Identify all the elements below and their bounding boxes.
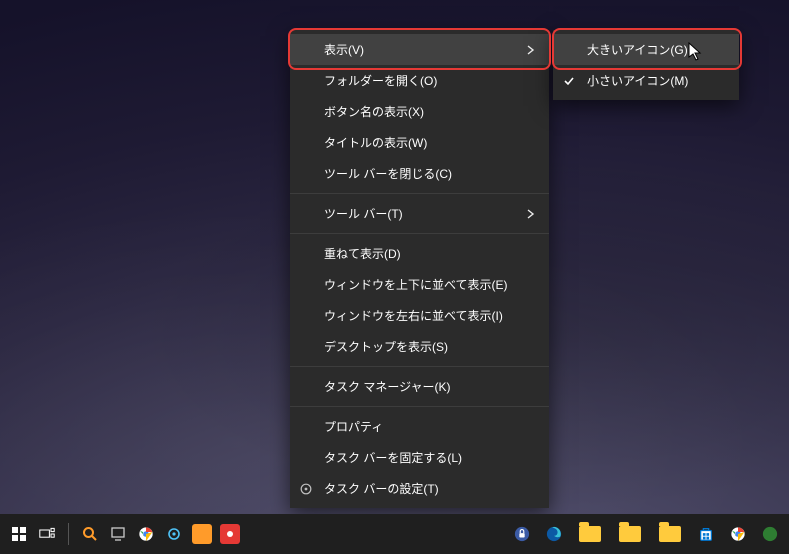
menu-item-lock-taskbar[interactable]: タスク バーを固定する(L) bbox=[290, 442, 549, 473]
menu-item-label: プロパティ bbox=[324, 418, 383, 435]
taskbar-left-group bbox=[6, 514, 243, 554]
taskbar-app-notes[interactable] bbox=[189, 514, 215, 554]
taskbar-app-store[interactable] bbox=[693, 514, 719, 554]
menu-item-label: フォルダーを開く(O) bbox=[324, 72, 437, 89]
menu-item-label: タスク バーを固定する(L) bbox=[324, 449, 462, 466]
menu-separator bbox=[290, 233, 549, 234]
menu-item-task-manager[interactable]: タスク マネージャー(K) bbox=[290, 371, 549, 402]
menu-item-label: 重ねて表示(D) bbox=[324, 245, 401, 262]
menu-item-label: タイトルの表示(W) bbox=[324, 134, 427, 151]
menu-item-label: タスク マネージャー(K) bbox=[324, 378, 451, 395]
submenu-item-label: 大きいアイコン(G) bbox=[587, 41, 688, 58]
taskbar[interactable] bbox=[0, 514, 789, 554]
menu-item-label: ウィンドウを上下に並べて表示(E) bbox=[324, 276, 508, 293]
taskbar-app-folder-3[interactable] bbox=[653, 514, 687, 554]
submenu-item-label: 小さいアイコン(M) bbox=[587, 72, 688, 89]
menu-item-label: デスクトップを表示(S) bbox=[324, 338, 448, 355]
menu-item-open-folder[interactable]: フォルダーを開く(O) bbox=[290, 65, 549, 96]
menu-item-show-title[interactable]: タイトルの表示(W) bbox=[290, 127, 549, 158]
start-button[interactable] bbox=[6, 514, 32, 554]
taskbar-context-menu: 表示(V) フォルダーを開く(O) ボタン名の表示(X) タイトルの表示(W) … bbox=[290, 30, 549, 508]
menu-separator bbox=[290, 193, 549, 194]
menu-item-properties[interactable]: プロパティ bbox=[290, 411, 549, 442]
view-submenu: 大きいアイコン(G) 小さいアイコン(M) bbox=[553, 30, 739, 100]
menu-item-label: ツール バーを閉じる(C) bbox=[324, 165, 452, 182]
taskbar-app-chrome-2[interactable] bbox=[725, 514, 751, 554]
taskbar-app-settings[interactable] bbox=[161, 514, 187, 554]
menu-item-stack-horizontal[interactable]: ウィンドウを左右に並べて表示(I) bbox=[290, 300, 549, 331]
menu-item-label: ツール バー(T) bbox=[324, 205, 403, 222]
menu-item-view[interactable]: 表示(V) bbox=[290, 34, 549, 65]
taskbar-separator bbox=[68, 523, 69, 545]
submenu-item-small-icons[interactable]: 小さいアイコン(M) bbox=[553, 65, 739, 96]
taskbar-app-monitor[interactable] bbox=[105, 514, 131, 554]
menu-item-label: タスク バーの設定(T) bbox=[324, 480, 439, 497]
menu-item-label: ボタン名の表示(X) bbox=[324, 103, 424, 120]
menu-item-cascade[interactable]: 重ねて表示(D) bbox=[290, 238, 549, 269]
taskbar-app-search[interactable] bbox=[77, 514, 103, 554]
menu-item-taskbar-settings[interactable]: タスク バーの設定(T) bbox=[290, 473, 549, 504]
check-icon bbox=[563, 75, 575, 87]
menu-item-stack-vertical[interactable]: ウィンドウを上下に並べて表示(E) bbox=[290, 269, 549, 300]
menu-item-label: ウィンドウを左右に並べて表示(I) bbox=[324, 307, 503, 324]
taskbar-app-folder-1[interactable] bbox=[573, 514, 607, 554]
taskbar-app-generic[interactable] bbox=[757, 514, 783, 554]
gear-icon bbox=[298, 481, 314, 497]
taskbar-app-edge[interactable] bbox=[541, 514, 567, 554]
taskbar-app-record[interactable] bbox=[217, 514, 243, 554]
menu-separator bbox=[290, 406, 549, 407]
task-view-button[interactable] bbox=[34, 514, 60, 554]
menu-item-show-button-name[interactable]: ボタン名の表示(X) bbox=[290, 96, 549, 127]
taskbar-app-security[interactable] bbox=[509, 514, 535, 554]
menu-separator bbox=[290, 366, 549, 367]
menu-item-show-desktop[interactable]: デスクトップを表示(S) bbox=[290, 331, 549, 362]
menu-item-toolbars[interactable]: ツール バー(T) bbox=[290, 198, 549, 229]
menu-item-label: 表示(V) bbox=[324, 41, 364, 58]
menu-item-close-toolbar[interactable]: ツール バーを閉じる(C) bbox=[290, 158, 549, 189]
submenu-item-large-icons[interactable]: 大きいアイコン(G) bbox=[553, 34, 739, 65]
taskbar-app-chrome[interactable] bbox=[133, 514, 159, 554]
submenu-arrow-icon bbox=[527, 45, 535, 55]
taskbar-app-folder-2[interactable] bbox=[613, 514, 647, 554]
taskbar-right-group bbox=[509, 514, 783, 554]
submenu-arrow-icon bbox=[527, 209, 535, 219]
